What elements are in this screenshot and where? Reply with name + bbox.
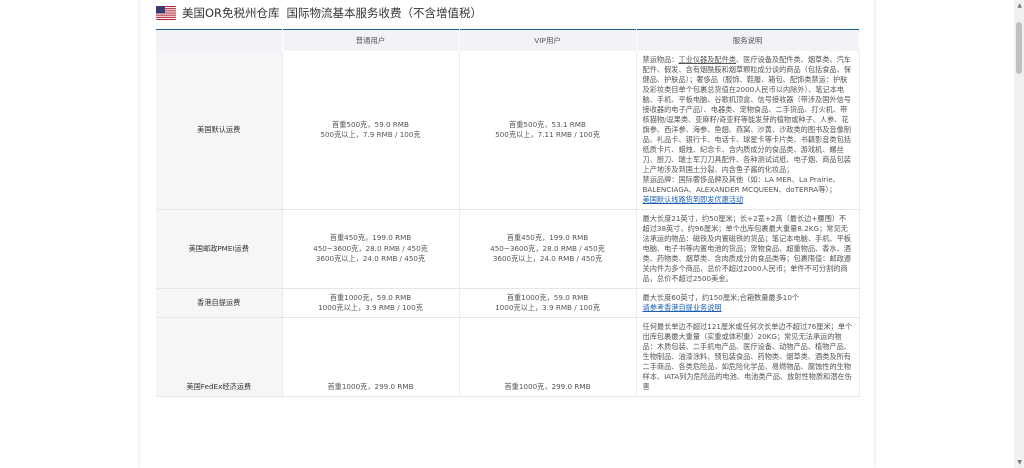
normal-price-cell: 首重1000克，299.0 RMB xyxy=(282,317,460,397)
price-line: 450~3600克，28.0 RMB / 450克 xyxy=(313,243,428,253)
vip-price-cell: 首重450克，199.0 RMB 450~3600克，28.0 RMB / 45… xyxy=(459,209,637,289)
normal-price-cell: 首重500克，59.0 RMB 500克以上，7.9 RMB / 100克 xyxy=(282,51,460,210)
vip-price-cell: 首重1000克，59.0 RMB 1000克以上，3.9 RMB / 100克 xyxy=(459,288,637,318)
price-line: 首重500克，59.0 RMB xyxy=(332,119,409,129)
vip-price-cell: 首重1000克，299.0 RMB xyxy=(459,317,637,397)
warehouse-title: 美国OR免税州仓库 xyxy=(182,6,280,20)
description-cell: 最大长度21英寸，约50厘米；长+2宽+2高（最长边+腰围）不超过38英寸，约9… xyxy=(636,209,860,289)
price-line: 首重1000克，59.0 RMB xyxy=(329,292,412,302)
prohibited-highlight: 工业仪器及配件类 xyxy=(678,55,736,64)
row-name-hk-pickup: 香港自提运费 xyxy=(156,288,283,318)
fee-subtitle: 国际物流基本服务收费（不含增值税） xyxy=(286,6,483,20)
price-line: 450~3600克，28.0 RMB / 450克 xyxy=(490,243,605,253)
content-card: 美国OR免税州仓库 国际物流基本服务收费（不含增值税） 普通用户 VIP用户 服… xyxy=(140,0,874,468)
hk-pickup-guide-link[interactable]: 请参考香港自提业务说明 xyxy=(643,303,853,313)
price-line: 首重1000克，59.0 RMB xyxy=(506,292,589,302)
price-line: 1000克以上，3.9 RMB / 100克 xyxy=(318,303,423,312)
price-line: 首重1000克，299.0 RMB xyxy=(327,381,414,391)
price-line: 3600克以上，24.0 RMB / 450克 xyxy=(315,254,426,264)
usps-description-text: 最大长度21英寸，约50厘米；长+2宽+2高（最长边+腰围）不超过38英寸，约9… xyxy=(642,214,851,283)
price-line: 1000克以上，3.9 RMB / 100克 xyxy=(495,303,600,312)
header-empty xyxy=(156,29,283,51)
vertical-scrollbar[interactable]: ▲ ▼ xyxy=(1014,0,1024,468)
price-line: 首重1000克，299.0 RMB xyxy=(504,381,591,391)
table-row: 美国FedEx经济运费 首重1000克，299.0 RMB 首重1000克，29… xyxy=(156,317,860,397)
normal-price-cell: 首重1000克，59.0 RMB 1000克以上，3.9 RMB / 100克 xyxy=(282,288,460,318)
price-line: 首重450克，199.0 RMB xyxy=(329,233,412,243)
prohibited-items-text: 、医疗设备及配件类、烟草类、汽车配件、假发、含有烟酰胺和烟草颗粒成分谈的商品（包… xyxy=(642,55,851,174)
price-line: 首重500克，53.1 RMB xyxy=(509,119,586,129)
price-line: 500克以上，7.9 RMB / 100克 xyxy=(320,130,421,139)
section-header: 美国OR免税州仓库 国际物流基本服务收费（不含增值税） xyxy=(156,4,482,22)
header-vip-user: VIP用户 xyxy=(459,29,637,51)
price-line: 500克以上，7.11 RMB / 100克 xyxy=(495,130,600,139)
row-name-usps-pmei: 美国邮政PMEI运费 xyxy=(156,209,283,289)
table-row: 美国邮政PMEI运费 首重450克，199.0 RMB 450~3600克，28… xyxy=(156,209,860,289)
scrollbar-thumb[interactable] xyxy=(1016,22,1022,74)
description-cell: 最大长度60英寸，约150厘米;合箱数量最多10个 请参考香港自提业务说明 xyxy=(636,288,860,318)
prohibited-prefix: 禁运物品： xyxy=(642,55,679,64)
us-flag-icon xyxy=(156,6,176,20)
table-row: 美国默认运费 首重500克，59.0 RMB 500克以上，7.9 RMB / … xyxy=(156,51,860,210)
price-line: 3600克以上，24.0 RMB / 450克 xyxy=(492,254,603,264)
scroll-down-arrow-icon[interactable]: ▼ xyxy=(1017,459,1022,466)
hk-description-text: 最大长度60英寸，约150厘米;合箱数量最多10个 xyxy=(642,293,800,302)
prohibited-brands-text: 禁运品牌：国际奢侈品牌及其他（如：LA MER、La Prairie、BALEN… xyxy=(642,175,840,194)
price-line: 首重450克，199.0 RMB xyxy=(506,233,589,243)
table-header-row: 普通用户 VIP用户 服务说明 xyxy=(156,29,860,51)
header-normal-user: 普通用户 xyxy=(282,29,460,51)
fee-table: 普通用户 VIP用户 服务说明 美国默认运费 首重500克，59.0 RMB 5… xyxy=(156,29,860,397)
header-service-description: 服务说明 xyxy=(636,29,860,51)
us-default-promo-link[interactable]: 美国默认线路货到即发优惠活动 xyxy=(643,195,853,205)
fedex-description-text: 任何最长单边不超过121厘米或任何次长单边不超过76厘米；单个出库包裹最大重量（… xyxy=(642,322,853,391)
normal-price-cell: 首重450克，199.0 RMB 450~3600克，28.0 RMB / 45… xyxy=(282,209,460,289)
vip-price-cell: 首重500克，53.1 RMB 500克以上，7.11 RMB / 100克 xyxy=(459,51,637,210)
table-row: 香港自提运费 首重1000克，59.0 RMB 1000克以上，3.9 RMB … xyxy=(156,288,860,318)
row-name-us-default: 美国默认运费 xyxy=(156,51,283,210)
row-name-fedex-economy: 美国FedEx经济运费 xyxy=(156,317,283,397)
description-cell: 禁运物品：工业仪器及配件类、医疗设备及配件类、烟草类、汽车配件、假发、含有烟酰胺… xyxy=(636,51,860,210)
description-cell: 任何最长单边不超过121厘米或任何次长单边不超过76厘米；单个出库包裹最大重量（… xyxy=(636,317,860,397)
scroll-up-arrow-icon[interactable]: ▲ xyxy=(1017,2,1022,9)
